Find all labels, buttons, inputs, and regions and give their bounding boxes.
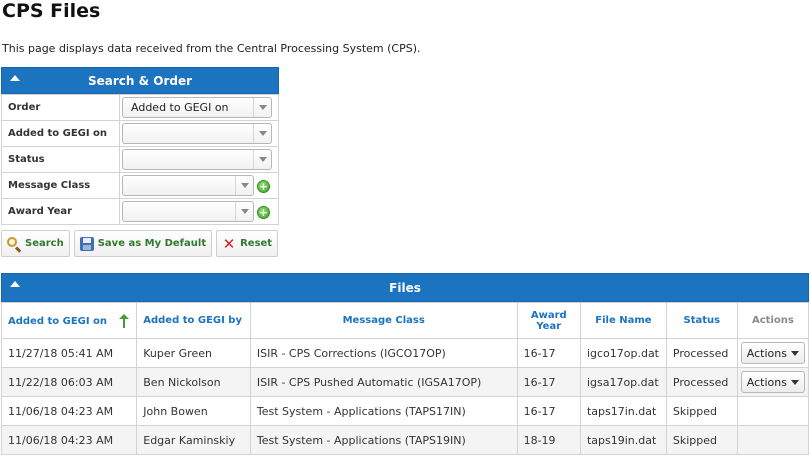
added-by-cell: Kuper Green	[136, 338, 251, 368]
order-select-value: Added to GEGI on	[131, 101, 229, 114]
added-on-label: Added to GEGI on	[1, 120, 120, 147]
column-header-file-name[interactable]: File Name	[579, 302, 667, 339]
actions-dropdown-button[interactable]: Actions	[740, 342, 805, 364]
column-header-award-year[interactable]: Award Year	[516, 302, 581, 339]
award-year-cell: 18-19	[516, 425, 581, 455]
message-class-cell: ISIR - CPS Pushed Automatic (IGSA17OP)	[249, 367, 518, 397]
search-order-header[interactable]: Search & Order	[1, 67, 279, 94]
actions-cell: Actions	[736, 367, 810, 397]
save-default-button-label: Save as My Default	[97, 238, 207, 249]
table-row: 11/06/18 04:23 AM Edgar Kaminskiy Test S…	[0, 425, 810, 455]
status-cell: Processed	[665, 338, 738, 368]
files-header-row: Added to GEGI on Added to GEGI by Messag…	[0, 302, 810, 339]
file-name-cell: igco17op.dat	[579, 338, 667, 368]
added-on-select[interactable]	[122, 123, 272, 144]
order-label: Order	[1, 94, 120, 121]
add-award-year-plus-icon[interactable]: +	[257, 206, 270, 219]
table-row: 11/27/18 05:41 AM Kuper Green ISIR - CPS…	[0, 338, 810, 368]
files-table: Added to GEGI on Added to GEGI by Messag…	[0, 302, 810, 455]
message-class-cell: Test System - Applications (TAPS17IN)	[249, 396, 518, 426]
search-button-label: Search	[25, 238, 64, 249]
award-year-row: Award Year +	[1, 198, 279, 225]
column-header-added-by[interactable]: Added to GEGI by	[136, 302, 251, 339]
award-year-cell: 16-17	[516, 338, 581, 368]
save-default-button[interactable]: Save as My Default	[73, 230, 213, 257]
status-cell: Skipped	[665, 396, 738, 426]
file-name-cell: taps17in.dat	[579, 396, 667, 426]
table-row: 11/22/18 06:03 AM Ben Nickolson ISIR - C…	[0, 367, 810, 397]
dropdown-arrow-icon[interactable]	[253, 124, 271, 143]
dropdown-arrow-icon[interactable]	[235, 176, 253, 195]
order-row: Order Added to GEGI on	[1, 94, 279, 121]
actions-dropdown-button[interactable]: Actions	[740, 371, 805, 393]
message-class-row: Message Class +	[1, 172, 279, 199]
save-icon	[79, 236, 95, 252]
added-on-cell: 11/06/18 04:23 AM	[0, 425, 138, 455]
actions-cell	[736, 396, 810, 426]
added-by-cell: Ben Nickolson	[136, 367, 251, 397]
reset-icon: ✕	[222, 234, 236, 253]
table-row: 11/06/18 04:23 AM John Bowen Test System…	[0, 396, 810, 426]
collapse-icon[interactable]	[10, 281, 20, 287]
message-class-label: Message Class	[1, 172, 120, 199]
status-cell: Skipped	[665, 425, 738, 455]
added-on-cell: 11/22/18 06:03 AM	[0, 367, 138, 397]
add-message-class-plus-icon[interactable]: +	[257, 180, 270, 193]
files-panel: Files Added to GEGI on Added to GEGI by …	[0, 273, 810, 455]
award-year-label: Award Year	[1, 198, 120, 225]
page-title: CPS Files	[2, 0, 101, 22]
page-description: This page displays data received from th…	[2, 42, 421, 55]
message-class-cell: ISIR - CPS Corrections (IGCO17OP)	[249, 338, 518, 368]
sort-ascending-icon	[118, 313, 129, 328]
status-row: Status	[1, 146, 279, 173]
order-select[interactable]: Added to GEGI on	[122, 97, 272, 118]
search-order-title: Search & Order	[87, 73, 193, 88]
award-year-select[interactable]	[122, 201, 254, 222]
dropdown-arrow-icon[interactable]	[253, 98, 271, 117]
actions-cell: Actions	[736, 338, 810, 368]
search-icon	[6, 236, 22, 253]
files-title: Files	[389, 280, 421, 295]
chevron-down-icon	[790, 350, 799, 356]
added-on-row: Added to GEGI on	[1, 120, 279, 147]
actions-cell	[736, 425, 810, 455]
column-header-message-class[interactable]: Message Class	[249, 302, 518, 339]
column-header-added-on[interactable]: Added to GEGI on	[0, 302, 138, 339]
status-select[interactable]	[122, 149, 272, 170]
dropdown-arrow-icon[interactable]	[235, 202, 253, 221]
file-name-cell: igsa17op.dat	[579, 367, 667, 397]
award-year-cell: 16-17	[516, 367, 581, 397]
collapse-icon[interactable]	[10, 75, 20, 81]
award-year-cell: 16-17	[516, 396, 581, 426]
search-button[interactable]: Search	[1, 230, 70, 257]
column-header-status[interactable]: Status	[665, 302, 738, 339]
search-order-panel: Search & Order Order Added to GEGI on Ad…	[1, 67, 279, 225]
files-header[interactable]: Files	[1, 273, 809, 302]
added-by-cell: John Bowen	[136, 396, 251, 426]
chevron-down-icon	[790, 379, 799, 385]
reset-button[interactable]: ✕ Reset	[216, 230, 279, 257]
message-class-select[interactable]	[122, 175, 254, 196]
status-cell: Processed	[665, 367, 738, 397]
dropdown-arrow-icon[interactable]	[253, 150, 271, 169]
search-form: Order Added to GEGI on Added to GEGI on …	[1, 94, 279, 225]
added-by-cell: Edgar Kaminskiy	[136, 425, 251, 455]
search-buttons: Search Save as My Default ✕ Reset	[1, 230, 279, 257]
reset-button-label: Reset	[240, 238, 273, 249]
column-header-actions: Actions	[736, 302, 810, 339]
added-on-cell: 11/06/18 04:23 AM	[0, 396, 138, 426]
file-name-cell: taps19in.dat	[579, 425, 667, 455]
message-class-cell: Test System - Applications (TAPS19IN)	[249, 425, 518, 455]
added-on-cell: 11/27/18 05:41 AM	[0, 338, 138, 368]
status-label: Status	[1, 146, 120, 173]
